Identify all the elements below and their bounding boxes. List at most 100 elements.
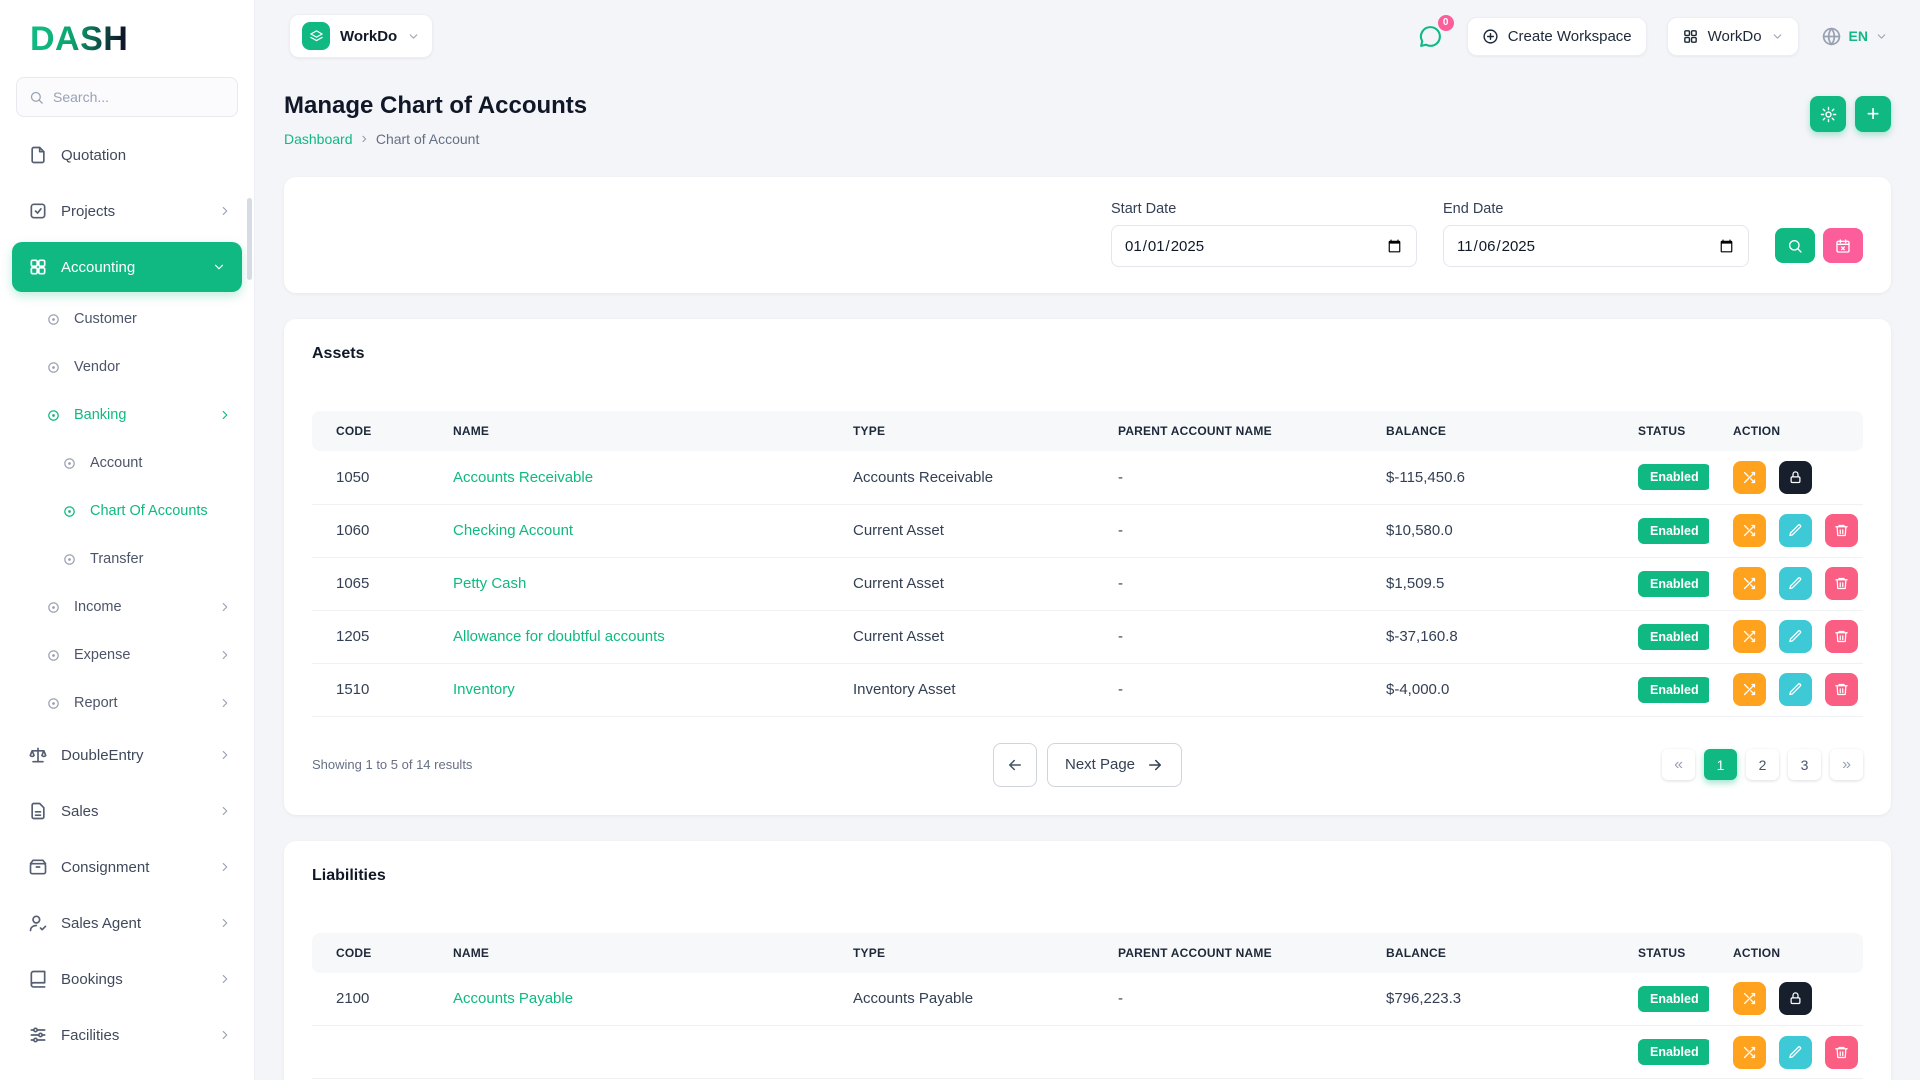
cell-code bbox=[312, 1026, 429, 1079]
edit-button[interactable] bbox=[1779, 620, 1812, 653]
cell-type bbox=[829, 1026, 1094, 1079]
page-button-1[interactable]: 1 bbox=[1704, 749, 1737, 780]
shuffle-button[interactable] bbox=[1733, 620, 1766, 653]
account-name-link[interactable]: Accounts Receivable bbox=[453, 469, 593, 486]
shuffle-button[interactable] bbox=[1733, 982, 1766, 1015]
end-date-input[interactable] bbox=[1443, 225, 1749, 267]
filter-reset-button[interactable] bbox=[1823, 228, 1863, 263]
account-name-link[interactable]: Accounts Payable bbox=[453, 990, 573, 1007]
sidebar-item-projects[interactable]: Projects bbox=[0, 183, 254, 239]
sidebar-item-income[interactable]: Income bbox=[0, 583, 254, 631]
account-name-link[interactable]: Petty Cash bbox=[453, 575, 526, 592]
delete-button[interactable] bbox=[1825, 514, 1858, 547]
create-workspace-button[interactable]: Create Workspace bbox=[1467, 17, 1647, 56]
edit-button[interactable] bbox=[1779, 673, 1812, 706]
col-name: NAME bbox=[429, 933, 829, 973]
circle-dot-icon bbox=[62, 552, 77, 567]
trash-icon bbox=[1834, 576, 1849, 591]
sidebar-item-doubleentry[interactable]: DoubleEntry bbox=[0, 727, 254, 783]
trash-icon bbox=[1834, 629, 1849, 644]
app-logo[interactable]: DASH bbox=[30, 20, 128, 59]
edit-button[interactable] bbox=[1779, 1036, 1812, 1069]
sidebar-item-bookings[interactable]: Bookings bbox=[0, 951, 254, 1007]
breadcrumb-dashboard-link[interactable]: Dashboard bbox=[284, 131, 353, 147]
sidebar-item-vendor[interactable]: Vendor bbox=[0, 343, 254, 391]
shuffle-button[interactable] bbox=[1733, 461, 1766, 494]
start-date-label: Start Date bbox=[1111, 201, 1417, 217]
sidebar-item-label: Chart Of Accounts bbox=[90, 503, 208, 519]
col-status: STATUS bbox=[1614, 933, 1709, 973]
delete-button[interactable] bbox=[1825, 1036, 1858, 1069]
language-selector[interactable]: EN bbox=[1819, 20, 1890, 53]
sidebar-item-transfer[interactable]: Transfer bbox=[0, 535, 254, 583]
table-header-row: CODE NAME TYPE PARENT ACCOUNT NAME BALAN… bbox=[312, 411, 1863, 451]
next-page-button[interactable]: Next Page bbox=[1047, 743, 1182, 787]
shuffle-button[interactable] bbox=[1733, 673, 1766, 706]
sidebar-item-customer[interactable]: Customer bbox=[0, 295, 254, 343]
delete-button[interactable] bbox=[1825, 673, 1858, 706]
sidebar-item-chart-of-accounts[interactable]: Chart Of Accounts bbox=[0, 487, 254, 535]
sidebar-item-report[interactable]: Report bbox=[0, 679, 254, 727]
shuffle-button[interactable] bbox=[1733, 514, 1766, 547]
prev-page-button[interactable] bbox=[993, 743, 1037, 787]
chevron-right-icon bbox=[218, 804, 232, 818]
last-page-button[interactable]: » bbox=[1830, 749, 1863, 780]
cell-type: Current Asset bbox=[829, 504, 1094, 557]
assets-card: Assets CODE NAME TYPE PARENT ACCOUNT NAM… bbox=[284, 319, 1891, 815]
cell-balance: $796,223.3 bbox=[1362, 973, 1614, 1026]
delete-button[interactable] bbox=[1825, 567, 1858, 600]
first-page-button[interactable]: « bbox=[1662, 749, 1695, 780]
search-input[interactable] bbox=[53, 89, 225, 105]
sidebar-item-sales[interactable]: Sales bbox=[0, 783, 254, 839]
sidebar-item-accounting[interactable]: Accounting bbox=[12, 242, 242, 292]
sidebar-item-sales-agent[interactable]: Sales Agent bbox=[0, 895, 254, 951]
sidebar-item-label: Income bbox=[74, 599, 122, 615]
filter-search-button[interactable] bbox=[1775, 228, 1815, 263]
shuffle-button[interactable] bbox=[1733, 567, 1766, 600]
sidebar-item-label: Projects bbox=[61, 203, 115, 220]
workspace-name: WorkDo bbox=[340, 28, 397, 45]
breadcrumb: Dashboard › Chart of Account bbox=[284, 131, 587, 147]
status-badge: Enabled bbox=[1638, 464, 1709, 490]
add-account-button[interactable]: + bbox=[1855, 96, 1891, 132]
sidebar-item-consignment[interactable]: Consignment bbox=[0, 839, 254, 895]
delete-button[interactable] bbox=[1825, 620, 1858, 653]
sidebar-item-account[interactable]: Account bbox=[0, 439, 254, 487]
sidebar-scrollbar[interactable] bbox=[247, 198, 252, 280]
sidebar-item-quotation[interactable]: Quotation bbox=[0, 127, 254, 183]
filter-card: Start Date End Date bbox=[284, 177, 1891, 293]
account-name-link[interactable]: Checking Account bbox=[453, 522, 573, 539]
pencil-icon bbox=[1788, 523, 1803, 538]
sidebar-item-label: Sales Agent bbox=[61, 915, 141, 932]
workspace-switcher[interactable]: WorkDo bbox=[289, 14, 433, 58]
messages-button[interactable]: 0 bbox=[1414, 20, 1447, 53]
start-date-input[interactable] bbox=[1111, 225, 1417, 267]
pencil-icon bbox=[1788, 576, 1803, 591]
page-button-2[interactable]: 2 bbox=[1746, 749, 1779, 780]
calendar-x-icon bbox=[1835, 238, 1851, 254]
sidebar-item-lms[interactable]: LMS bbox=[0, 1063, 254, 1080]
lock-button[interactable] bbox=[1779, 461, 1812, 494]
end-date-group: End Date bbox=[1443, 201, 1749, 267]
account-name-link[interactable]: Inventory bbox=[453, 681, 515, 698]
sidebar-search[interactable] bbox=[16, 77, 238, 117]
sidebar-item-label: Sales bbox=[61, 803, 99, 820]
workdo-menu-button[interactable]: WorkDo bbox=[1667, 17, 1799, 56]
chevron-down-icon bbox=[1771, 30, 1784, 43]
sidebar-item-facilities[interactable]: Facilities bbox=[0, 1007, 254, 1063]
cell-balance: $-37,160.8 bbox=[1362, 610, 1614, 663]
circle-dot-icon bbox=[46, 312, 61, 327]
lock-button[interactable] bbox=[1779, 982, 1812, 1015]
sidebar-item-expense[interactable]: Expense bbox=[0, 631, 254, 679]
cell-type: Current Asset bbox=[829, 557, 1094, 610]
sidebar-item-label: Account bbox=[90, 455, 142, 471]
shuffle-button[interactable] bbox=[1733, 1036, 1766, 1069]
sidebar-item-banking[interactable]: Banking bbox=[0, 391, 254, 439]
shuffle-icon bbox=[1742, 1045, 1757, 1060]
account-name-link[interactable]: Allowance for doubtful accounts bbox=[453, 628, 665, 645]
settings-button[interactable] bbox=[1810, 96, 1846, 132]
file-icon bbox=[28, 145, 48, 165]
page-button-3[interactable]: 3 bbox=[1788, 749, 1821, 780]
edit-button[interactable] bbox=[1779, 567, 1812, 600]
edit-button[interactable] bbox=[1779, 514, 1812, 547]
